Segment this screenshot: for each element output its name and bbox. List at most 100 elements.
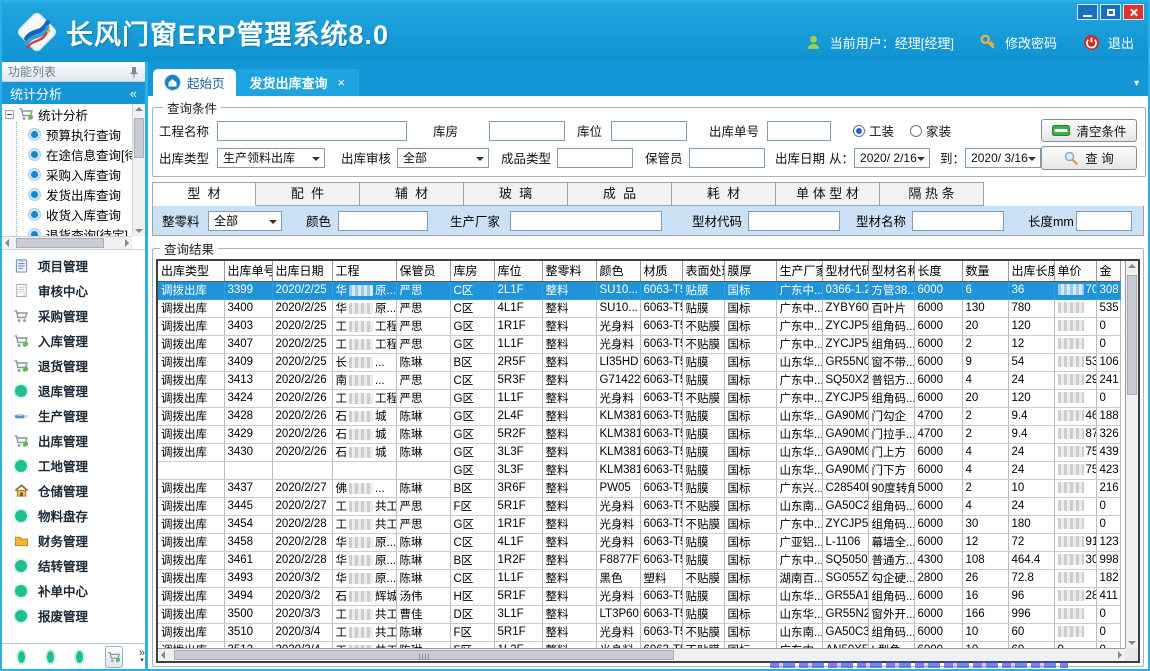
sidebar-item-物料盘存[interactable]: 物料盘存 [2,503,145,528]
scrollbar-thumb[interactable] [134,118,144,158]
profile-name-input[interactable] [912,211,1004,231]
table-row[interactable]: 调拨出库34452020/2/27工共工程严思F区5R1F整料光身料6063-T… [158,497,1120,515]
table-row[interactable]: 调拨出库34092020/2/25长...陈琳B区2R5F整料LI35HD606… [158,353,1120,371]
profile-code-input[interactable] [748,211,840,231]
table-row[interactable]: 调拨出库34932020/3/2华原...陈琳C区1L1F整料黑色塑料不贴膜国标… [158,569,1120,587]
table-row[interactable]: 调拨出库34032020/2/25工工程严思G区1R1F整料光身料6063-T5… [158,317,1120,335]
maximize-button[interactable] [1100,4,1121,20]
sidebar-item-仓储管理[interactable]: 仓储管理 [2,478,145,503]
tab-list-dropdown-icon[interactable]: ▾ [1134,78,1139,89]
material-tab-成品[interactable]: 成 品 [568,182,672,206]
scroll-left-icon[interactable] [161,651,165,659]
table-row[interactable]: 调拨出库34132020/2/26南...严思C区5R3F整料G71422606… [158,371,1120,389]
sidebar-item-出库管理[interactable]: 出库管理 [2,428,145,453]
column-header-表面处理[interactable]: 表面处理 [682,261,724,281]
table-row[interactable]: 调拨出库34612020/2/28华原...陈琳B区1R2F整料F8877FT6… [158,551,1120,569]
table-row[interactable]: 调拨出库34282020/2/26石城陈琳G区2L4F整料KLM38176063… [158,407,1120,425]
menu-overflow-button[interactable]: » ▾ [139,649,145,665]
table-row[interactable]: G区3L3F整料KLM38176063-T5贴膜国标山东华...GA90M09.… [158,461,1120,479]
tree-root[interactable]: 统计分析 [2,104,132,124]
table-row[interactable]: 调拨出库34292020/2/26石城陈琳G区5R2F整料KLM38176063… [158,425,1120,443]
column-header-库房[interactable]: 库房 [450,261,494,281]
date-from-picker[interactable]: 2020/ 2/16 [854,148,930,168]
scrollbar-thumb[interactable] [174,650,674,660]
tree-item[interactable]: 采购入库查询 [2,164,132,184]
grid-vertical-scrollbar[interactable] [1125,261,1138,648]
material-tab-配件[interactable]: 配 件 [256,182,360,206]
sidebar-item-入库管理[interactable]: 入库管理 [2,328,145,353]
slot-input[interactable] [611,121,687,141]
module-dot-icon[interactable] [47,651,54,663]
project-name-input[interactable] [217,121,407,141]
table-row[interactable]: 调拨出库34372020/2/27佛...陈琳B区3R6F整料PW056063-… [158,479,1120,497]
table-row[interactable]: 调拨出库34542020/2/28工共工程严思G区1R1F整料光身料6063-T… [158,515,1120,533]
column-header-保管员[interactable]: 保管员 [396,261,450,281]
length-mm-input[interactable] [1076,211,1132,231]
scroll-up-icon[interactable] [135,107,143,111]
maker-input[interactable] [510,211,662,231]
material-tab-辅材[interactable]: 辅 材 [360,182,464,206]
sidebar-item-退库管理[interactable]: 退库管理 [2,378,145,403]
column-header-出库单号[interactable]: 出库单号 [224,261,272,281]
material-tab-玻璃[interactable]: 玻 璃 [464,182,568,206]
logout-link[interactable]: 退出 [1108,33,1134,52]
table-row[interactable]: 调拨出库35002020/3/3工共工程曹佳D区3L1F整料LT3P606063… [158,605,1120,623]
material-tab-型材[interactable]: 型 材 [152,182,256,206]
section-header[interactable]: 统计分析 « [2,82,145,104]
scroll-left-icon[interactable] [5,239,9,247]
radio-option-家装[interactable]: 家装 [910,121,951,140]
clear-conditions-button[interactable]: 清空条件 [1041,119,1137,142]
material-tab-耗材[interactable]: 耗 材 [672,182,776,206]
grid-horizontal-scrollbar[interactable] [158,648,1125,661]
sidebar-item-审核中心[interactable]: 审核中心 [2,278,145,303]
table-row[interactable]: 调拨出库34002020/2/25华原...严思C区4L1F整料SU10...6… [158,299,1120,317]
sidebar-item-生产管理[interactable]: 生产管理 [2,403,145,428]
scroll-down-icon[interactable] [1128,641,1136,645]
cart-module-button[interactable] [105,646,122,668]
material-tab-单体型材[interactable]: 单 体 型 材 [776,182,880,206]
column-header-材质[interactable]: 材质 [640,261,682,281]
column-header-工程[interactable]: 工程 [332,261,396,281]
material-tab-隔热条[interactable]: 隔 热 条 [880,182,984,206]
column-header-出库类型[interactable]: 出库类型 [158,261,224,281]
tree-collapse-icon[interactable] [5,110,14,119]
table-row[interactable]: 调拨出库35102020/3/4工共工程陈琳F区5R1F整料光身料6063-T5… [158,623,1120,641]
module-dot-icon[interactable] [18,651,25,663]
sidebar-item-财务管理[interactable]: 财务管理 [2,528,145,553]
table-row[interactable]: 调拨出库34072020/2/25工工程严思G区1L1F整料光身料6063-T5… [158,335,1120,353]
sidebar-item-报废管理[interactable]: 报废管理 [2,603,145,628]
column-header-出库长度[interactable]: 出库长度 [1008,261,1054,281]
scroll-up-icon[interactable] [1128,264,1136,268]
sidebar-item-结转管理[interactable]: 结转管理 [2,553,145,578]
product-type-input[interactable] [557,148,633,168]
scrollbar-thumb[interactable] [16,238,104,248]
sidebar-item-补单中心[interactable]: 补单中心 [2,578,145,603]
column-header-整零料[interactable]: 整零料 [542,261,596,281]
radio-icon[interactable] [853,125,865,137]
tab-close-icon[interactable]: × [338,75,346,90]
sidebar-item-采购管理[interactable]: 采购管理 [2,303,145,328]
table-row[interactable]: 调拨出库33992020/2/25华原...严思C区2L1F整料SU10...6… [158,281,1120,299]
close-button[interactable] [1123,4,1144,20]
scrollbar-thumb[interactable] [1127,275,1137,395]
tree-item[interactable]: 预算执行查询 [2,124,132,144]
warehouse-input[interactable] [489,121,565,141]
change-password-link[interactable]: 修改密码 [1005,33,1057,52]
tree-item[interactable]: 收货入库查询 [2,204,132,224]
column-header-膜厚[interactable]: 膜厚 [724,261,776,281]
minimize-button[interactable] [1077,4,1098,20]
tab-shipment-outbound-query[interactable]: 发货出库查询 × [236,69,360,96]
audit-select[interactable]: 全部 [397,148,489,168]
table-row[interactable]: 调拨出库34242020/2/26工工程严思G区1L1F整料光身料6063-T5… [158,389,1120,407]
date-to-picker[interactable]: 2020/ 3/16 [965,148,1041,168]
table-row[interactable]: 调拨出库34942020/3/2石辉城汤伟H区5R1F整料光身料6063-T5贴… [158,587,1120,605]
column-header-型材名称[interactable]: 型材名称 [868,261,914,281]
sidebar-item-项目管理[interactable]: 项目管理 [2,253,145,278]
radio-option-工装[interactable]: 工装 [853,121,894,140]
column-header-金[interactable]: 金 [1096,261,1120,281]
module-dot-icon[interactable] [76,651,83,663]
scroll-right-icon[interactable] [1118,651,1122,659]
color-input[interactable] [338,211,428,231]
column-header-颜色[interactable]: 颜色 [596,261,640,281]
outbound-no-input[interactable] [767,121,831,141]
